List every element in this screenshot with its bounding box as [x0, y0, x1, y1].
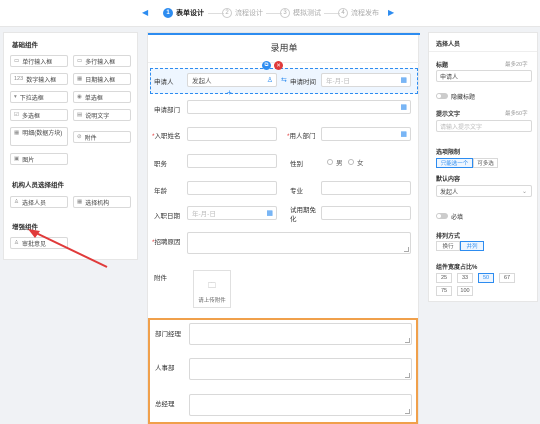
annotation-arrow	[28, 229, 108, 268]
